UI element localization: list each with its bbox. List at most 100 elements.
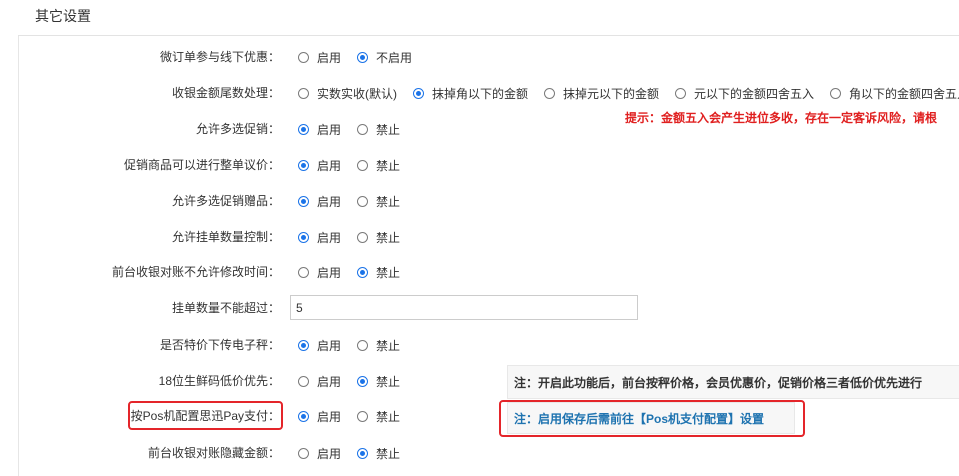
radio-option-round-yuan[interactable]: 元以下的金额四舍五入 xyxy=(675,85,814,102)
setting-row-multi-gift: 允许多选促销赠品： 启用 禁止 xyxy=(0,183,959,219)
radio-label: 禁止 xyxy=(376,158,401,173)
radio-label: 启用 xyxy=(317,409,342,424)
hold-max-input[interactable] xyxy=(290,295,638,320)
radio-option-drop-jiao[interactable]: 抹掉角以下的金额 xyxy=(413,85,528,102)
radio-option-disable[interactable]: 禁止 xyxy=(357,337,400,354)
radio-button[interactable] xyxy=(298,266,309,278)
radio-button[interactable] xyxy=(298,447,309,459)
setting-row-hide-amount: 前台收银对账隐藏金额： 启用 禁止 xyxy=(0,435,959,471)
setting-label: 允许多选促销赠品： xyxy=(171,194,280,208)
radio-button[interactable] xyxy=(298,231,309,243)
setting-label: 18位生鲜码低价优先： xyxy=(158,374,280,388)
radio-button[interactable] xyxy=(298,51,309,63)
radio-label: 角以下的金额四舍五入 xyxy=(849,86,959,101)
radio-button[interactable] xyxy=(544,87,556,99)
radio-button[interactable] xyxy=(357,375,369,387)
setting-row-no-time-edit: 前台收银对账不允许修改时间： 启用 禁止 xyxy=(0,254,959,290)
radio-option-enable[interactable]: 启用 xyxy=(298,229,341,246)
radio-group: 启用 禁止 xyxy=(298,147,416,183)
radio-option-disable[interactable]: 禁止 xyxy=(357,264,400,281)
radio-option-enable[interactable]: 启用 xyxy=(298,121,341,138)
radio-group: 启用 禁止 xyxy=(298,363,416,399)
radio-option-disable[interactable]: 禁止 xyxy=(357,193,400,210)
radio-button[interactable] xyxy=(675,87,687,99)
radio-label: 启用 xyxy=(317,374,342,389)
setting-label: 挂单数量不能超过： xyxy=(171,301,280,315)
radio-option-enable[interactable]: 启用 xyxy=(298,193,341,210)
setting-row-promo-bargain: 促销商品可以进行整单议价： 启用 禁止 xyxy=(0,147,959,183)
radio-label: 元以下的金额四舍五入 xyxy=(694,86,815,101)
radio-label: 禁止 xyxy=(376,338,401,353)
radio-label: 启用 xyxy=(317,50,342,65)
radio-button[interactable] xyxy=(357,410,369,422)
radio-button[interactable] xyxy=(357,159,369,171)
radio-option-disable[interactable]: 禁止 xyxy=(357,408,400,425)
radio-option-disable[interactable]: 禁止 xyxy=(357,373,400,390)
radio-label: 启用 xyxy=(317,338,342,353)
setting-row-scale-special-price: 是否特价下传电子秤： 启用 禁止 xyxy=(0,327,959,363)
radio-label: 禁止 xyxy=(376,446,401,461)
radio-label: 启用 xyxy=(317,230,342,245)
radio-option-enable[interactable]: 启用 xyxy=(298,337,341,354)
radio-option-enable[interactable]: 启用 xyxy=(298,157,341,174)
radio-option-exact[interactable]: 实数实收(默认) xyxy=(298,85,397,102)
radio-button[interactable] xyxy=(298,410,309,422)
radio-label: 启用 xyxy=(317,446,342,461)
radio-option-disable[interactable]: 不启用 xyxy=(357,49,412,66)
radio-button[interactable] xyxy=(357,339,369,351)
radio-button[interactable] xyxy=(298,87,309,99)
radio-group: 启用 禁止 xyxy=(298,398,416,434)
radio-button[interactable] xyxy=(298,375,309,387)
radio-group: 启用 禁止 xyxy=(298,435,416,471)
setting-label: 微订单参与线下优惠： xyxy=(159,50,280,64)
radio-button[interactable] xyxy=(298,123,309,135)
radio-option-enable[interactable]: 启用 xyxy=(298,408,341,425)
radio-option-disable[interactable]: 禁止 xyxy=(357,229,400,246)
radio-group: 启用 禁止 xyxy=(298,111,416,147)
radio-label: 启用 xyxy=(317,158,342,173)
radio-button[interactable] xyxy=(357,123,369,135)
radio-button[interactable] xyxy=(357,51,369,63)
radio-label: 禁止 xyxy=(376,374,401,389)
radio-option-disable[interactable]: 禁止 xyxy=(357,445,400,462)
radio-button[interactable] xyxy=(357,231,369,243)
pos-pay-config-note: 注：启用保存后需前往【Pos机支付配置】设置 xyxy=(507,402,795,434)
radio-group: 启用 禁止 xyxy=(298,183,416,219)
section-title: 其它设置 xyxy=(35,8,91,24)
radio-option-enable[interactable]: 启用 xyxy=(298,49,341,66)
radio-label: 禁止 xyxy=(376,230,401,245)
radio-group: 启用 不启用 xyxy=(298,39,428,75)
radio-group: 启用 禁止 xyxy=(298,219,416,255)
radio-button[interactable] xyxy=(830,87,842,99)
setting-label: 前台收银对账隐藏金额： xyxy=(147,446,280,460)
setting-label: 允许多选促销： xyxy=(195,122,280,136)
radio-label: 启用 xyxy=(317,194,342,209)
radio-button[interactable] xyxy=(357,195,369,207)
settings-page: 其它设置 微订单参与线下优惠： 启用 不启用 收银金额尾数处理： 实数实收(默认… xyxy=(0,0,959,476)
radio-option-round-jiao[interactable]: 角以下的金额四舍五入 xyxy=(830,85,959,102)
setting-label: 按Pos机配置思迅Pay支付： xyxy=(130,409,280,423)
radio-label: 启用 xyxy=(317,122,342,137)
radio-option-disable[interactable]: 禁止 xyxy=(357,121,400,138)
radio-option-enable[interactable]: 启用 xyxy=(298,373,341,390)
radio-option-enable[interactable]: 启用 xyxy=(298,264,341,281)
setting-label: 是否特价下传电子秤： xyxy=(159,338,280,352)
radio-label: 禁止 xyxy=(376,409,401,424)
radio-button[interactable] xyxy=(357,266,369,278)
radio-button[interactable] xyxy=(357,447,369,459)
radio-button[interactable] xyxy=(413,87,424,99)
setting-row-weidingdan-discount: 微订单参与线下优惠： 启用 不启用 xyxy=(0,39,959,75)
radio-button[interactable] xyxy=(298,195,309,207)
setting-label: 前台收银对账不允许修改时间： xyxy=(111,265,280,279)
setting-label: 促销商品可以进行整单议价： xyxy=(123,158,280,172)
radio-button[interactable] xyxy=(298,339,309,351)
setting-row-multi-promo: 允许多选促销： 启用 禁止 xyxy=(0,111,959,147)
radio-option-drop-yuan[interactable]: 抹掉元以下的金额 xyxy=(544,85,659,102)
radio-label: 抹掉元以下的金额 xyxy=(563,86,660,101)
radio-label: 不启用 xyxy=(376,50,413,65)
radio-button[interactable] xyxy=(298,159,309,171)
radio-label: 禁止 xyxy=(376,265,401,280)
radio-label: 抹掉角以下的金额 xyxy=(432,86,529,101)
radio-option-disable[interactable]: 禁止 xyxy=(357,157,400,174)
radio-option-enable[interactable]: 启用 xyxy=(298,445,341,462)
